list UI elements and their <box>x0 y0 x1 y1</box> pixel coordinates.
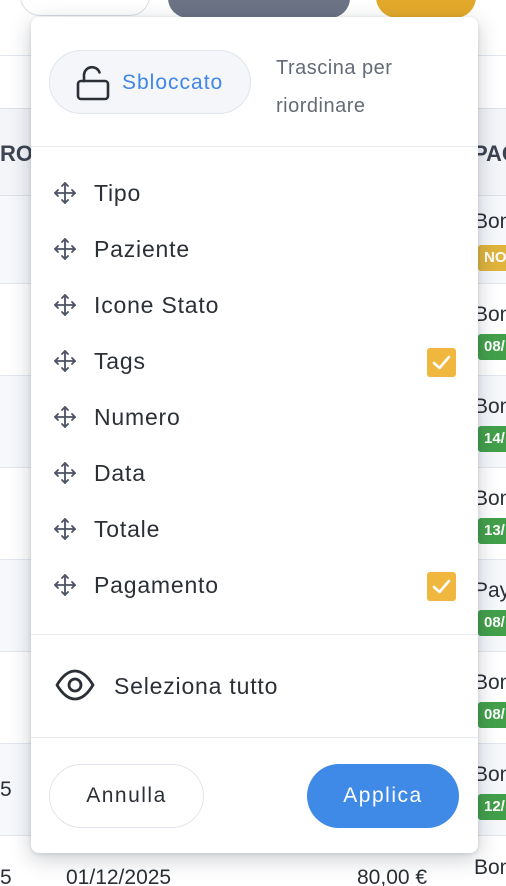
column-item[interactable]: Paziente <box>31 223 478 279</box>
table-row-name: Bon <box>474 856 506 879</box>
lock-status-label: Sbloccato <box>122 71 224 94</box>
divider <box>31 146 478 147</box>
select-all-button[interactable]: Seleziona tutto <box>31 655 478 717</box>
table-row-name: Bon <box>474 303 506 326</box>
column-item[interactable]: Pagamento <box>31 559 478 615</box>
table-row-name: Bon <box>474 395 506 418</box>
table-row-status-tag: 14/ <box>478 426 506 452</box>
table-row-left-fragment: 5 <box>0 866 12 886</box>
checkmark-icon <box>432 355 451 370</box>
column-item-label: Totale <box>94 516 161 542</box>
unlock-icon <box>76 65 110 101</box>
drag-handle-icon[interactable] <box>53 237 77 261</box>
checkmark-icon <box>432 579 451 594</box>
toolbar-grey-button[interactable] <box>168 0 350 18</box>
column-visible-checkbox[interactable] <box>427 572 456 601</box>
column-item[interactable]: Icone Stato <box>31 279 478 335</box>
drag-handle-icon[interactable] <box>53 349 77 373</box>
table-row-status-tag: 13/ <box>478 518 506 544</box>
divider <box>31 737 478 738</box>
move-arrows-icon <box>54 238 76 260</box>
table-header-left-fragment: RO <box>0 141 33 166</box>
table-row-name: Pay <box>474 579 506 602</box>
column-settings-popover: Sbloccato Trascina per riordinare Tipo Pa… <box>31 17 478 853</box>
cancel-button[interactable]: Annulla <box>49 764 204 828</box>
table-row-amount: 80,00 € <box>357 866 428 886</box>
table-row-left-fragment: 5 <box>0 778 12 801</box>
table-row-status-tag: NO <box>478 245 506 271</box>
table-row-status-tag: 08/ <box>478 334 506 360</box>
move-arrows-icon <box>54 574 76 596</box>
drag-handle-icon[interactable] <box>53 293 77 317</box>
table-row-name: Bon <box>474 210 506 233</box>
table-row-name: Bon <box>474 487 506 510</box>
move-arrows-icon <box>54 182 76 204</box>
reorder-hint: Trascina per riordinare <box>276 57 393 117</box>
table-row-status-tag: 12/ <box>478 794 506 820</box>
column-item-label: Tipo <box>94 180 142 206</box>
column-item[interactable]: Totale <box>31 503 478 559</box>
table-row-date: 01/12/2025 <box>66 866 172 886</box>
column-item-label: Paziente <box>94 236 190 262</box>
drag-handle-icon[interactable] <box>53 405 77 429</box>
column-item-label: Icone Stato <box>94 292 220 318</box>
drag-handle-icon[interactable] <box>53 573 77 597</box>
select-all-label: Seleziona tutto <box>114 673 279 699</box>
column-list: Tipo Paziente Icone Stato Tags Numero Data Tot… <box>31 167 478 615</box>
drag-handle-icon[interactable] <box>53 517 77 541</box>
table-row-status-tag: 08/ <box>478 610 506 636</box>
move-arrows-icon <box>54 350 76 372</box>
drag-handle-icon[interactable] <box>53 181 77 205</box>
column-item-label: Pagamento <box>94 572 219 598</box>
lock-toggle-button[interactable]: Sbloccato <box>49 50 251 114</box>
divider <box>31 634 478 635</box>
column-item-label: Numero <box>94 404 181 430</box>
column-visible-checkbox[interactable] <box>427 348 456 377</box>
table-row-name: Bon <box>474 671 506 694</box>
table-row-name: Bon <box>474 763 506 786</box>
toolbar-outline-button[interactable] <box>20 0 150 16</box>
toolbar-yellow-button[interactable] <box>376 0 476 18</box>
eye-icon <box>55 669 95 701</box>
column-item[interactable]: Data <box>31 447 478 503</box>
column-item-label: Tags <box>94 348 146 374</box>
column-item[interactable]: Numero <box>31 391 478 447</box>
move-arrows-icon <box>54 294 76 316</box>
move-arrows-icon <box>54 406 76 428</box>
column-item-label: Data <box>94 460 146 486</box>
table-row-status-tag: 08/ <box>478 702 506 728</box>
move-arrows-icon <box>54 462 76 484</box>
drag-handle-icon[interactable] <box>53 461 77 485</box>
move-arrows-icon <box>54 518 76 540</box>
column-item[interactable]: Tags <box>31 335 478 391</box>
column-item[interactable]: Tipo <box>31 167 478 223</box>
apply-button[interactable]: Applica <box>307 764 459 828</box>
